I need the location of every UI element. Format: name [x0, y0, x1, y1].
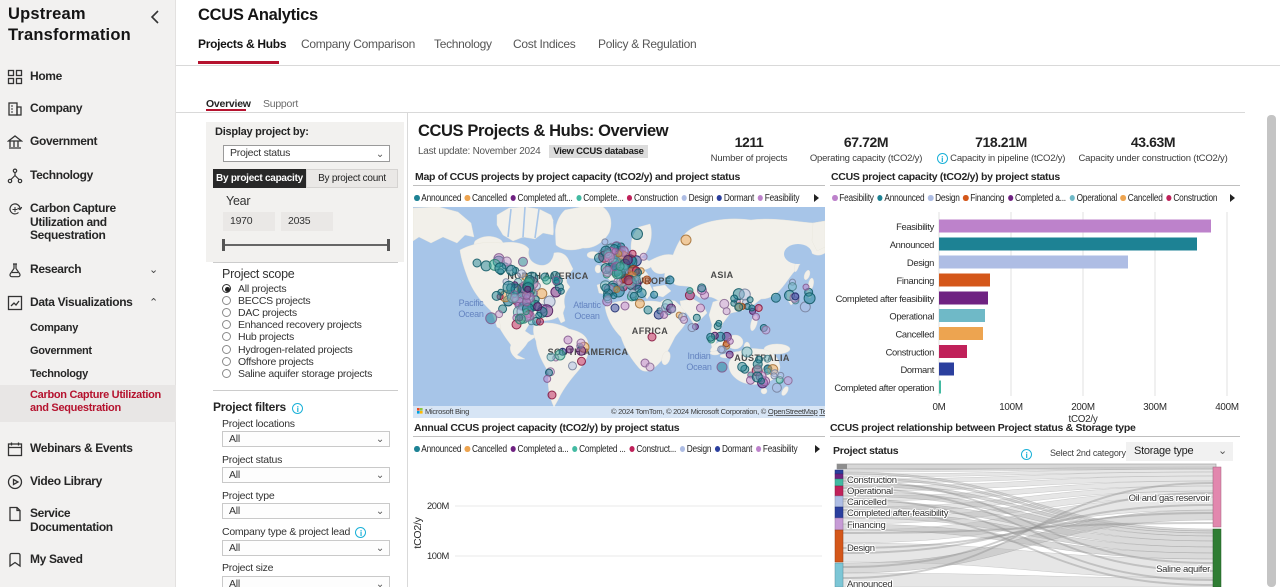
svg-text:200M: 200M [1071, 402, 1095, 413]
svg-text:Construction: Construction [886, 347, 935, 358]
svg-text:Atlantic: Atlantic [573, 300, 601, 310]
svg-text:Dormant: Dormant [901, 364, 935, 375]
svg-text:0M: 0M [932, 402, 945, 413]
svg-text:© 2024 TomTom, © 2024 Microsof: © 2024 TomTom, © 2024 Microsoft Corporat… [611, 407, 825, 416]
svg-text:Completed after operation: Completed after operation [834, 382, 934, 393]
svg-text:Completed after feasibility: Completed after feasibility [836, 293, 935, 304]
svg-text:Announced: Announced [890, 239, 934, 250]
svg-text:Feasibility: Feasibility [896, 221, 934, 232]
svg-text:tCO2/y: tCO2/y [413, 516, 424, 548]
svg-text:ASIA: ASIA [710, 270, 733, 280]
svg-text:Construction: Construction [847, 475, 897, 486]
svg-text:Design: Design [847, 543, 875, 554]
svg-text:Financing: Financing [897, 275, 935, 286]
svg-text:Financing: Financing [847, 520, 886, 531]
svg-text:Saline aquifer: Saline aquifer [1156, 564, 1210, 575]
svg-text:Ocean: Ocean [686, 362, 712, 372]
svg-text:Design: Design [907, 257, 934, 268]
svg-text:200M: 200M [427, 500, 450, 511]
svg-text:Cancelled: Cancelled [895, 329, 934, 340]
svg-text:Oil and gas reservoir: Oil and gas reservoir [1129, 493, 1210, 504]
svg-text:Microsoft Bing: Microsoft Bing [425, 407, 469, 416]
svg-text:Ocean: Ocean [458, 309, 484, 319]
svg-text:Operational: Operational [847, 486, 893, 497]
svg-text:Completed after feasibility: Completed after feasibility [847, 508, 949, 519]
svg-text:100M: 100M [999, 402, 1023, 413]
svg-text:Announced: Announced [847, 579, 892, 587]
svg-text:Pacific: Pacific [459, 298, 485, 308]
svg-text:300M: 300M [1143, 402, 1167, 413]
svg-text:Indian: Indian [687, 351, 710, 361]
svg-text:400M: 400M [1215, 402, 1239, 413]
svg-text:100M: 100M [427, 550, 450, 561]
svg-text:Operational: Operational [889, 311, 934, 322]
svg-text:Ocean: Ocean [574, 311, 600, 321]
svg-text:Cancelled: Cancelled [847, 497, 887, 508]
